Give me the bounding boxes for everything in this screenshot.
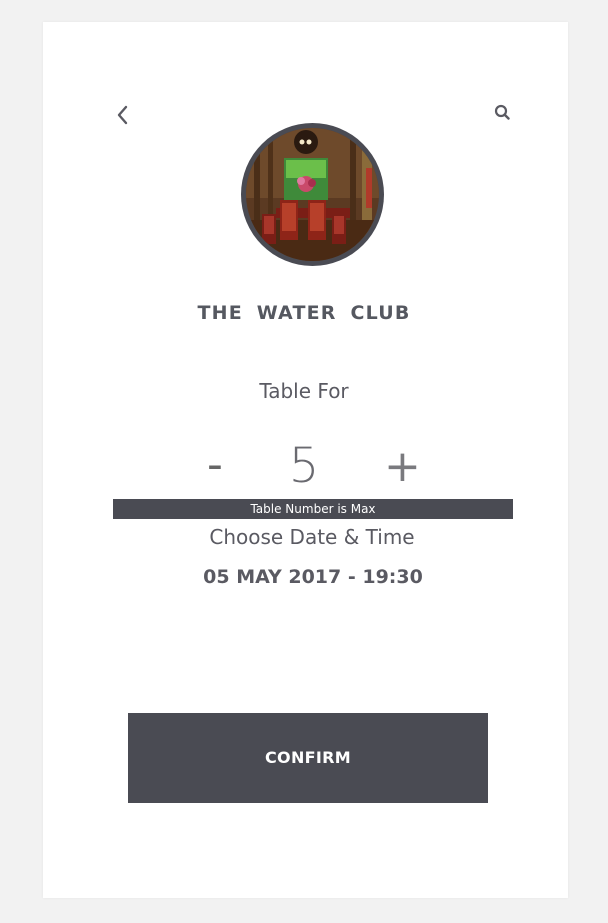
datetime-value[interactable]: 05 MAY 2017 - 19:30 — [0, 566, 608, 588]
search-icon — [494, 104, 510, 120]
search-button[interactable] — [493, 103, 511, 121]
restaurant-name: THE WATER CLUB — [197, 302, 411, 324]
restaurant-avatar — [241, 123, 384, 266]
increment-button[interactable]: + — [384, 440, 421, 494]
choose-datetime-label: Choose Date & Time — [209, 525, 415, 549]
chevron-left-icon — [117, 105, 128, 125]
party-size-value: 5 — [288, 438, 320, 494]
back-button[interactable] — [113, 103, 133, 127]
table-for-label: Table For — [259, 379, 349, 403]
restaurant-photo — [246, 128, 379, 261]
confirm-button[interactable]: CONFIRM — [128, 713, 488, 803]
decrement-button[interactable]: - — [200, 440, 230, 490]
max-table-notice: Table Number is Max — [113, 499, 513, 519]
